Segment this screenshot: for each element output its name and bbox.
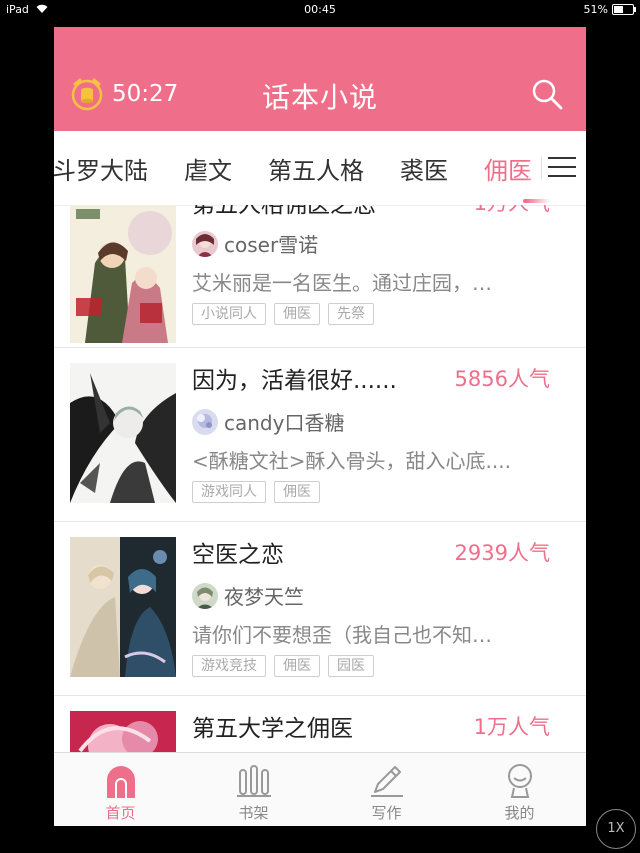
home-arch-icon (106, 766, 135, 798)
author-avatar (192, 230, 218, 257)
book-description: 请你们不要想歪（我自己也不知… (192, 623, 492, 647)
category-tabs: 斗罗大陆 虐文 第五人格 裘医 佣医 (54, 131, 586, 206)
pencil-icon (370, 766, 403, 797)
book-cover (70, 537, 176, 677)
tag[interactable]: 园医 (328, 655, 374, 677)
status-time: 00:45 (304, 3, 336, 16)
nav-write[interactable]: 写作 (320, 753, 453, 826)
author-avatar (192, 408, 218, 435)
menu-icon[interactable] (548, 155, 576, 179)
app-title: 话本小说 (261, 81, 378, 114)
status-right: 51% (583, 3, 636, 16)
battery-icon (612, 4, 636, 15)
nav-bookshelf[interactable]: 书架 (187, 753, 320, 826)
bookshelf-icon (236, 765, 271, 797)
tab-strip: 斗罗大陆 虐文 第五人格 裘医 佣医 (54, 131, 568, 205)
tag[interactable]: 游戏竞技 (192, 655, 266, 677)
search-icon[interactable] (530, 77, 564, 111)
tab-douluo[interactable]: 斗罗大陆 (54, 151, 148, 186)
book-cover (70, 711, 176, 752)
tag[interactable]: 佣医 (274, 481, 320, 503)
book-row[interactable]: 第五人格佣医之恋 1万人气 coser雪诺 艾米丽是一名医生。通过庄园，… 小说… (54, 205, 586, 348)
profile-icon (507, 764, 532, 798)
book-cover (70, 363, 176, 503)
tag-list: 游戏同人 佣医 (192, 481, 320, 503)
tag[interactable]: 先祭 (328, 303, 374, 325)
author[interactable]: 夜梦天竺 (192, 581, 304, 610)
tab-qiuyi[interactable]: 裘医 (400, 151, 448, 186)
battery-percent: 51% (583, 3, 608, 16)
nav-label: 我的 (504, 804, 535, 822)
nav-label: 写作 (371, 804, 402, 822)
book-cover (70, 205, 176, 343)
app-window: 50:27 话本小说 斗罗大陆 虐文 第五人格 裘医 佣医 第五人格佣医之恋 c… (54, 27, 586, 826)
tab-yongyi[interactable]: 佣医 (484, 151, 532, 186)
popularity-count: 1万人气 (474, 205, 550, 217)
book-title: 空医之恋 (192, 542, 284, 568)
book-title: 因为，活着很好...... (192, 368, 397, 394)
book-row[interactable]: 空医之恋 2939人气 夜梦天竺 请你们不要想歪（我自己也不知… 游戏竞技 佣医… (54, 521, 586, 696)
tag[interactable]: 游戏同人 (192, 481, 266, 503)
nav-home[interactable]: 首页 (54, 753, 187, 826)
tab-divider (541, 157, 542, 179)
tab-nuewen[interactable]: 虐文 (184, 151, 232, 186)
tab-identity-v[interactable]: 第五人格 (268, 151, 364, 186)
book-row[interactable]: 第五大学之佣医 1万人气 (54, 695, 586, 752)
nav-label: 首页 (105, 804, 136, 822)
status-bar: iPad 00:45 51% (0, 0, 640, 20)
book-row[interactable]: 因为，活着很好...... 5856人气 candy口香糖 <酥糖文社>酥入骨头… (54, 347, 586, 522)
nav-profile[interactable]: 我的 (453, 753, 586, 826)
tag[interactable]: 佣医 (274, 303, 320, 325)
tag-list: 游戏竞技 佣医 园医 (192, 655, 374, 677)
popularity-count: 2939人气 (454, 541, 550, 565)
bottom-nav: 首页 书架 写作 我的 (54, 752, 586, 826)
playback-speed-button[interactable]: 1X (596, 809, 636, 849)
book-title: 第五人格佣医之恋 (192, 205, 376, 218)
popularity-count: 1万人气 (473, 715, 550, 739)
book-list[interactable]: 第五人格佣医之恋 1万人气 coser雪诺 艾米丽是一名医生。通过庄园，… 小说… (54, 205, 586, 752)
popularity-count: 5856人气 (454, 367, 550, 391)
book-description: 艾米丽是一名医生。通过庄园，… (192, 271, 492, 295)
tag-list: 小说同人 佣医 先祭 (192, 303, 374, 325)
nav-label: 书架 (238, 804, 269, 822)
book-title: 第五大学之佣医 (192, 716, 353, 742)
tag[interactable]: 小说同人 (192, 303, 266, 325)
author-avatar (192, 582, 218, 609)
author-name: candy口香糖 (224, 411, 345, 435)
author-name: 夜梦天竺 (224, 585, 304, 609)
author[interactable]: coser雪诺 (192, 229, 318, 258)
author-name: coser雪诺 (224, 233, 319, 257)
app-header: 50:27 话本小说 (54, 27, 586, 131)
author[interactable]: candy口香糖 (192, 407, 344, 436)
tag[interactable]: 佣医 (274, 655, 320, 677)
book-description: <酥糖文社>酥入骨头，甜入心底.... (192, 449, 511, 473)
